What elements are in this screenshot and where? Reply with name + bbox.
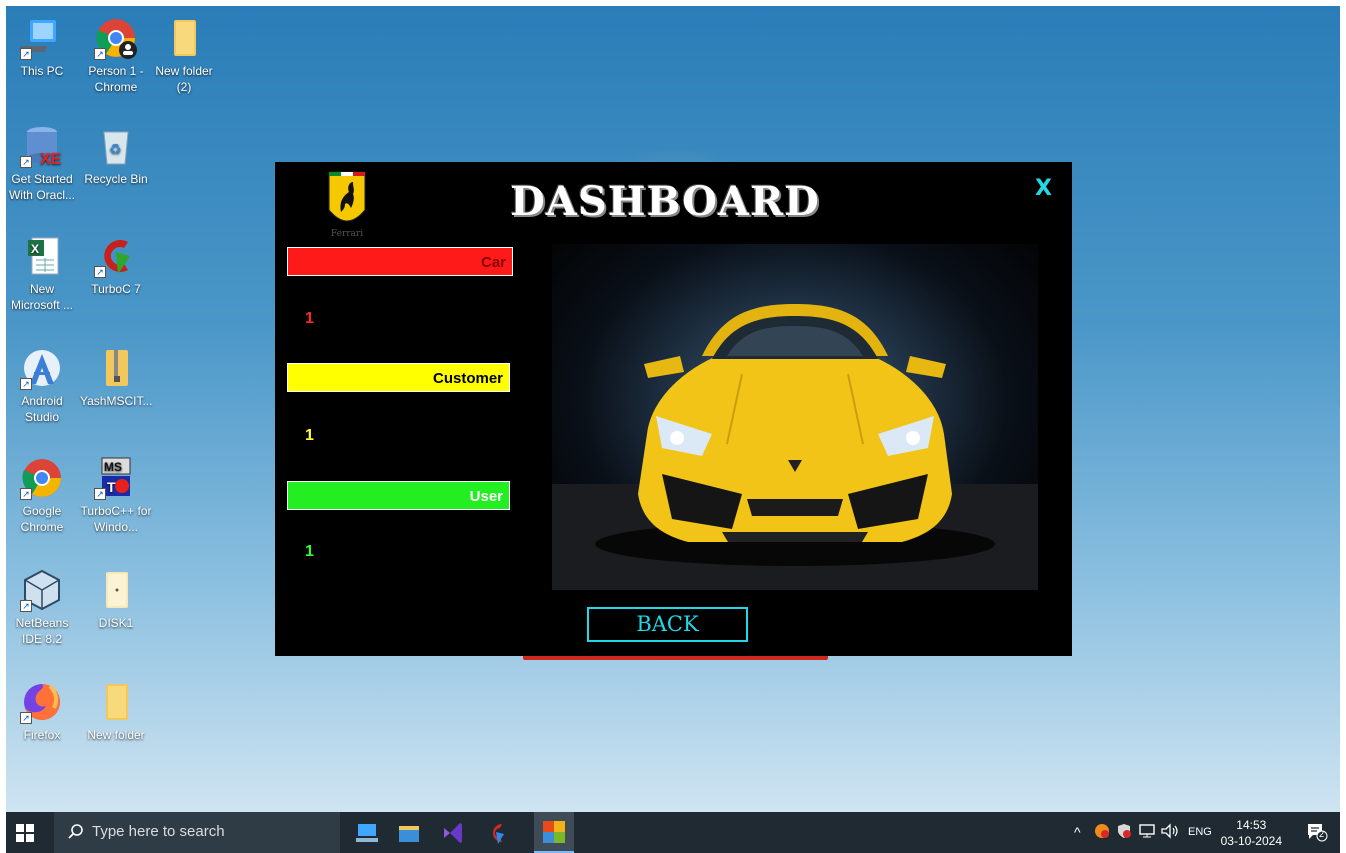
search-placeholder: Type here to search bbox=[92, 823, 225, 840]
desktop-icon-new-folder-2[interactable]: New folder (2) bbox=[148, 16, 220, 95]
user-stat-bar: User bbox=[287, 481, 510, 510]
turboc-icon bbox=[493, 824, 504, 844]
svg-text:MS: MS bbox=[104, 460, 122, 474]
taskbar-app-java-active[interactable] bbox=[534, 812, 574, 853]
taskbar: Type here to search ^ ENG 14:53 03-10-20… bbox=[6, 812, 1340, 853]
network-icon[interactable] bbox=[1138, 823, 1156, 842]
sports-car-image bbox=[552, 244, 1038, 590]
windows-logo-icon bbox=[16, 824, 34, 842]
taskbar-app-file-explorer[interactable] bbox=[396, 820, 422, 846]
close-button[interactable]: X bbox=[1035, 176, 1052, 201]
car-stat-label: Car bbox=[480, 254, 506, 271]
system-tray: ^ ENG 14:53 03-10-2024 2 bbox=[1060, 812, 1340, 853]
android-studio-icon: ↗ bbox=[20, 346, 64, 390]
file-explorer-icon bbox=[399, 826, 419, 842]
svg-text:XE: XE bbox=[40, 151, 62, 168]
svg-text:X: X bbox=[31, 242, 39, 256]
car-stat-bar: Car bbox=[287, 247, 513, 276]
back-button[interactable]: BACK bbox=[587, 607, 748, 642]
user-count: 1 bbox=[305, 543, 314, 560]
desktop-icon-netbeans[interactable]: ↗ NetBeans IDE 8.2 bbox=[6, 568, 78, 647]
chevron-up-icon[interactable]: ^ bbox=[1074, 824, 1081, 840]
security-alert-icon[interactable] bbox=[1116, 823, 1132, 842]
desktop-icon-android-studio[interactable]: ↗ Android Studio bbox=[6, 346, 78, 425]
app-alert-icon[interactable] bbox=[1094, 823, 1110, 842]
zip-folder-icon bbox=[94, 346, 138, 390]
firefox-icon: ↗ bbox=[20, 680, 64, 724]
desktop-icon-yash-folder[interactable]: YashMSCIT... bbox=[80, 346, 152, 409]
monitor-icon: ↗ bbox=[14, 16, 64, 60]
chrome-icon: ↗ bbox=[94, 16, 138, 60]
dashboard-title: DASHBOARD bbox=[510, 178, 820, 225]
desktop-icon-turbocpp[interactable]: MS T ↗ TurboC++ for Windo... bbox=[80, 456, 152, 535]
desktop-icon-turboc7[interactable]: ↗ TurboC 7 bbox=[80, 234, 152, 297]
netbeans-icon bbox=[356, 824, 378, 842]
clock-time: 14:53 bbox=[1236, 818, 1267, 832]
customer-count: 1 bbox=[305, 427, 314, 444]
customer-stat-label: Customer bbox=[432, 370, 503, 387]
taskbar-app-netbeans[interactable] bbox=[354, 820, 380, 846]
notification-count: 2 bbox=[1319, 829, 1325, 839]
desktop-icon-this-pc[interactable]: ↗ This PC bbox=[6, 16, 78, 79]
desktop-icon-new-folder[interactable]: New folder bbox=[80, 680, 152, 743]
desktop-icon-google-chrome[interactable]: ↗ Google Chrome bbox=[6, 456, 78, 535]
desktop-icon-excel[interactable]: X New Microsoft ... bbox=[6, 234, 78, 313]
database-icon: XE ↗ bbox=[20, 124, 64, 168]
svg-text:Ferrari: Ferrari bbox=[331, 229, 363, 238]
folder-icon bbox=[94, 568, 138, 612]
clock-date: 03-10-2024 bbox=[1220, 834, 1282, 848]
taskbar-app-visual-studio[interactable] bbox=[440, 820, 466, 846]
recycle-bin-icon: ♻ bbox=[94, 124, 138, 168]
folder-icon bbox=[94, 680, 138, 724]
notification-icon[interactable]: 2 bbox=[1306, 822, 1328, 845]
turboc-icon: ↗ bbox=[94, 234, 138, 278]
desktop-icon-oracle[interactable]: XE ↗ Get Started With Oracl... bbox=[6, 124, 78, 203]
car-count: 1 bbox=[305, 310, 314, 327]
chrome-icon: ↗ bbox=[20, 456, 64, 500]
ferrari-logo: Ferrari bbox=[323, 168, 371, 239]
customer-stat-bar: Customer bbox=[287, 363, 510, 392]
excel-icon: X bbox=[20, 234, 64, 278]
language-indicator[interactable]: ENG bbox=[1188, 826, 1212, 838]
taskbar-app-turboc[interactable] bbox=[484, 820, 510, 846]
desktop-icon-firefox[interactable]: ↗ Firefox bbox=[6, 680, 78, 743]
visual-studio-icon bbox=[444, 823, 462, 843]
desktop-icon-chrome-person[interactable]: ↗ Person 1 - Chrome bbox=[80, 16, 152, 95]
java-app-icon bbox=[543, 821, 565, 843]
turbocpp-icon: MS T ↗ bbox=[94, 456, 138, 500]
taskbar-search-input[interactable]: Type here to search bbox=[54, 812, 340, 853]
dashboard-window: Ferrari DASHBOARD X Car 1 Customer 1 Use… bbox=[275, 162, 1072, 656]
desktop-icon-disk1[interactable]: DISK1 bbox=[80, 568, 152, 631]
folder-icon bbox=[162, 16, 206, 60]
svg-text:♻: ♻ bbox=[109, 142, 122, 158]
clock[interactable]: 14:53 03-10-2024 bbox=[1221, 817, 1282, 849]
volume-icon[interactable] bbox=[1160, 823, 1180, 842]
netbeans-icon: ↗ bbox=[20, 568, 64, 612]
svg-text:T: T bbox=[107, 479, 116, 495]
user-stat-label: User bbox=[469, 488, 503, 505]
desktop-icon-recycle-bin[interactable]: ♻ Recycle Bin bbox=[80, 124, 152, 187]
search-icon bbox=[68, 824, 84, 845]
windows-start-button[interactable] bbox=[16, 824, 34, 842]
